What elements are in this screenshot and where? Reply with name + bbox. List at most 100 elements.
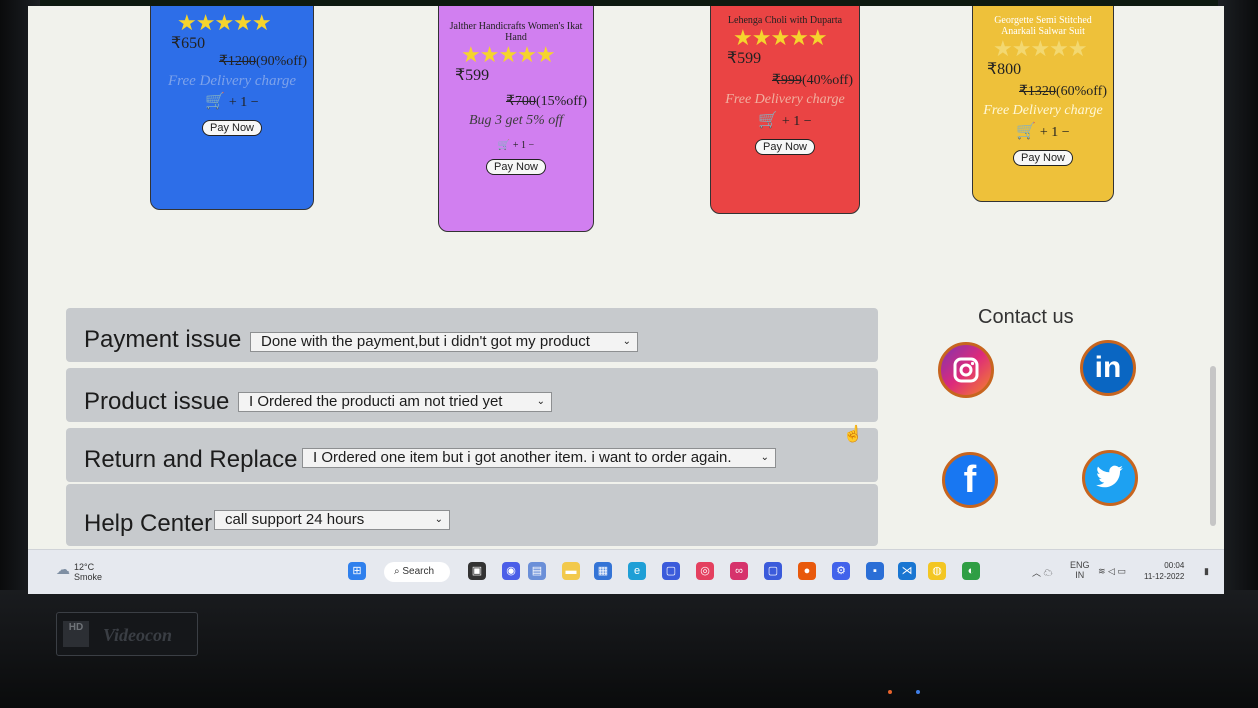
old-price: ₹700 bbox=[506, 94, 536, 109]
clock-date: 11-12-2022 bbox=[1144, 572, 1185, 581]
chrome-icon[interactable]: ◍ bbox=[928, 562, 946, 580]
wifi-icon[interactable]: ≋ ◁ ▭ bbox=[1098, 566, 1126, 577]
app-icon[interactable]: ∞ bbox=[730, 562, 748, 580]
hd-badge: HD bbox=[63, 621, 89, 647]
instagram-app-icon[interactable]: ◎ bbox=[696, 562, 714, 580]
chevron-down-icon: ⌄ bbox=[622, 336, 631, 347]
help-center-select[interactable]: call support 24 hours ⌄ bbox=[214, 510, 450, 530]
cart-row: 🛒 + 1 − bbox=[711, 110, 859, 133]
product-card: ★★★★★ ₹650 ₹1200(90%off) Free Delivery c… bbox=[150, 6, 314, 210]
app-icon[interactable]: ▢ bbox=[662, 562, 680, 580]
cart-row: 🛒 + 1 − bbox=[151, 91, 313, 114]
old-price: ₹999 bbox=[772, 73, 802, 88]
product-old-price-row: ₹999(40%off) bbox=[711, 68, 859, 90]
quantity-controls[interactable]: + 1 − bbox=[229, 95, 259, 110]
taskbar-search[interactable]: ⌕ Search bbox=[384, 562, 450, 582]
rating-stars-icon: ★★★★★ bbox=[993, 36, 1088, 61]
tray-chevron-icon[interactable]: ︿ ☁ bbox=[1032, 566, 1053, 579]
product-old-price-row: ₹700(15%off) bbox=[439, 85, 593, 111]
old-price: ₹1320 bbox=[1019, 84, 1056, 99]
monitor-sticker: HD Videocon bbox=[56, 612, 198, 656]
search-icon: ⌕ bbox=[394, 566, 400, 577]
rating-stars-icon: ★★★★★ bbox=[733, 25, 828, 50]
chevron-down-icon: ⌄ bbox=[536, 396, 545, 407]
issue-label: Payment issue bbox=[84, 326, 242, 353]
region-label: IN bbox=[1075, 570, 1085, 580]
product-old-price-row: ₹1320(60%off) bbox=[973, 79, 1113, 101]
issue-row-product: Product issue I Ordered the producti am … bbox=[66, 368, 878, 422]
contact-title: Contact us bbox=[978, 306, 1074, 328]
pay-now-button[interactable]: Pay Now bbox=[754, 139, 816, 155]
taskbar-clock[interactable]: 00:04 11-12-2022 bbox=[1144, 560, 1184, 582]
cart-row: 🛒 + 1 − bbox=[973, 121, 1113, 144]
language-indicator[interactable]: ENG IN bbox=[1070, 560, 1090, 580]
product-issue-select[interactable]: I Ordered the producti am not tried yet ⌄ bbox=[238, 392, 552, 412]
product-title: Georgette Semi Stitched Anarkali Salwar … bbox=[994, 15, 1092, 37]
instagram-icon[interactable] bbox=[938, 342, 994, 398]
rating-stars-icon: ★★★★★ bbox=[177, 10, 272, 35]
cart-icon[interactable]: 🛒 bbox=[498, 140, 510, 151]
return-replace-select[interactable]: I Ordered one item but i got another ite… bbox=[302, 448, 776, 468]
product-card: Jalther Handicrafts Women's Ikat Hand ★★… bbox=[438, 6, 594, 232]
product-title: Lehenga Choli with Duparta bbox=[727, 15, 843, 26]
weather-widget[interactable]: ☁ 12°C Smoke bbox=[56, 562, 103, 582]
product-price: ₹650 bbox=[171, 35, 206, 52]
hand-cursor-icon: ☝ bbox=[843, 426, 863, 443]
start-icon[interactable]: ⊞ bbox=[348, 562, 366, 580]
task-view-icon[interactable]: ▣ bbox=[468, 562, 486, 580]
select-value: I Ordered one item but i got another ite… bbox=[313, 449, 732, 466]
issue-row-help: Help Center call support 24 hours ⌄ bbox=[66, 484, 878, 546]
offer-text: Free Delivery charge bbox=[725, 92, 845, 107]
store-icon[interactable]: ▦ bbox=[594, 562, 612, 580]
pay-now-button[interactable]: Pay Now bbox=[1012, 150, 1074, 166]
offer-text: Bug 3 get 5% off bbox=[468, 113, 564, 128]
quantity-controls[interactable]: + 1 − bbox=[1040, 125, 1070, 140]
screen: ★★★★★ ₹650 ₹1200(90%off) Free Delivery c… bbox=[28, 6, 1224, 594]
payment-issue-select[interactable]: Done with the payment,but i didn't got m… bbox=[250, 332, 638, 352]
issue-row-payment: Payment issue Done with the payment,but … bbox=[66, 308, 878, 362]
app-icon[interactable]: ▪ bbox=[866, 562, 884, 580]
pay-now-button[interactable]: Pay Now bbox=[201, 120, 263, 136]
power-led bbox=[888, 690, 892, 694]
quantity-controls[interactable]: + 1 − bbox=[782, 114, 812, 129]
notification-icon[interactable]: ▮ bbox=[1204, 566, 1209, 577]
product-card: Lehenga Choli with Duparta ★★★★★ ₹599 ₹9… bbox=[710, 6, 860, 214]
cart-icon[interactable]: 🛒 bbox=[758, 112, 778, 129]
discount: (90%off) bbox=[255, 54, 307, 69]
settings-icon[interactable]: ⚙ bbox=[832, 562, 850, 580]
app-icon[interactable]: ▢ bbox=[764, 562, 782, 580]
pay-now-button[interactable]: Pay Now bbox=[485, 159, 547, 175]
linkedin-icon[interactable]: in bbox=[1080, 340, 1136, 396]
clock-time: 00:04 bbox=[1164, 561, 1185, 570]
vscode-icon[interactable]: ⋊ bbox=[898, 562, 916, 580]
cart-icon[interactable]: 🛒 bbox=[205, 93, 225, 110]
product-price: ₹599 bbox=[727, 50, 762, 67]
offer-text: Free Delivery charge bbox=[983, 103, 1103, 118]
firefox-icon[interactable]: ● bbox=[798, 562, 816, 580]
app-icon[interactable]: ◐ bbox=[962, 562, 980, 580]
select-value: I Ordered the producti am not tried yet bbox=[249, 393, 503, 410]
page-scrollbar[interactable] bbox=[1210, 366, 1216, 526]
issue-label: Help Center bbox=[84, 510, 213, 537]
product-price: ₹599 bbox=[455, 67, 490, 84]
facebook-icon[interactable]: f bbox=[942, 452, 998, 508]
file-explorer-icon[interactable]: ▬ bbox=[562, 562, 580, 580]
weather-desc: Smoke bbox=[74, 572, 103, 582]
status-led bbox=[916, 690, 920, 694]
widgets-icon[interactable]: ▤ bbox=[528, 562, 546, 580]
quantity-controls[interactable]: + 1 − bbox=[513, 140, 534, 151]
chevron-down-icon: ⌄ bbox=[760, 452, 769, 463]
select-value: Done with the payment,but i didn't got m… bbox=[261, 333, 590, 350]
monitor-brand: Videocon bbox=[103, 625, 173, 645]
product-card: Georgette Semi Stitched Anarkali Salwar … bbox=[972, 6, 1114, 202]
twitter-icon[interactable] bbox=[1082, 450, 1138, 506]
issue-row-return: Return and Replace I Ordered one item bu… bbox=[66, 428, 878, 482]
discount: (15%off) bbox=[535, 94, 587, 109]
cart-row: 🛒 + 1 − bbox=[439, 131, 593, 157]
product-title: Jalther Handicrafts Women's Ikat Hand bbox=[449, 21, 583, 43]
chat-icon[interactable]: ◉ bbox=[502, 562, 520, 580]
edge-icon[interactable]: e bbox=[628, 562, 646, 580]
product-old-price-row: ₹1200(90%off) bbox=[151, 53, 313, 71]
cart-icon[interactable]: 🛒 bbox=[1016, 123, 1036, 140]
chevron-down-icon: ⌄ bbox=[434, 514, 443, 525]
